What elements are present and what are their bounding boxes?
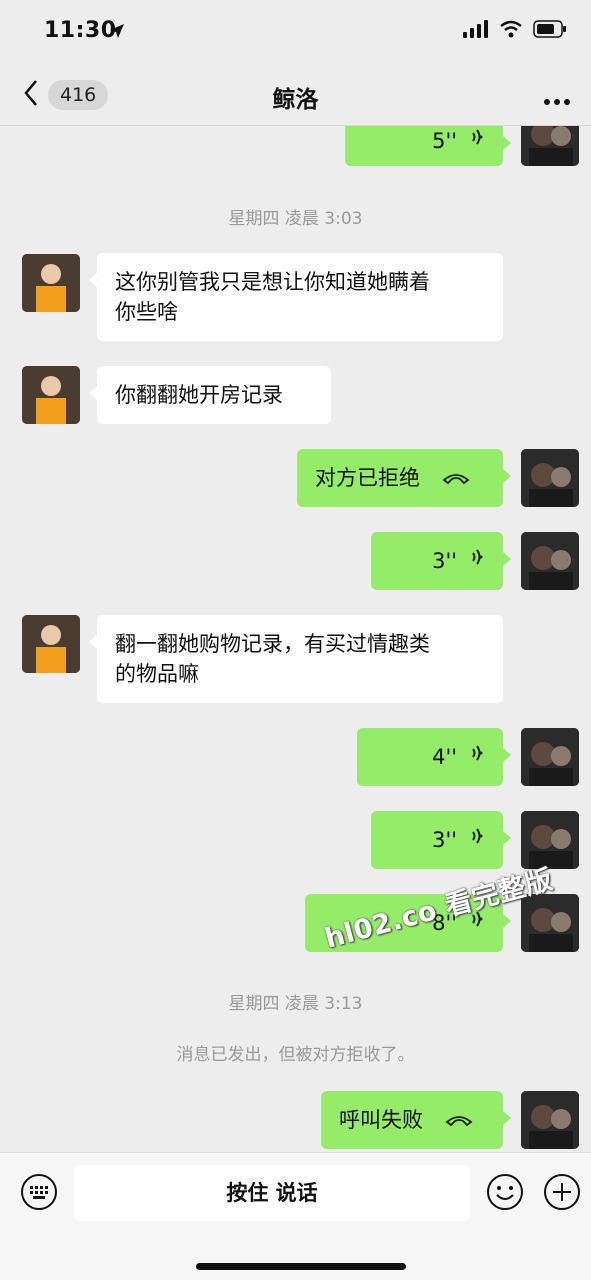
text-message[interactable]: 你翻翻她开房记录 bbox=[89, 366, 331, 424]
time-separator: 星期四 凌晨 3:13 bbox=[228, 994, 363, 1014]
location-arrow-icon bbox=[108, 22, 126, 44]
voice-message[interactable]: 5'' bbox=[345, 126, 511, 166]
voice-wave-icon bbox=[467, 742, 485, 772]
voice-duration: 3'' bbox=[432, 549, 457, 573]
voice-message[interactable]: 4'' bbox=[357, 728, 511, 786]
keyboard-icon[interactable] bbox=[20, 1173, 58, 1215]
voice-wave-icon bbox=[467, 126, 485, 156]
hold-to-talk-button[interactable]: 按住 说话 bbox=[74, 1165, 470, 1221]
phone-hangup-icon bbox=[442, 463, 470, 493]
self-avatar[interactable] bbox=[521, 532, 579, 590]
contact-avatar[interactable] bbox=[22, 615, 80, 673]
call-message[interactable]: 对方已拒绝 bbox=[297, 449, 511, 507]
self-avatar[interactable] bbox=[521, 894, 579, 952]
status-time: 11:30 bbox=[44, 18, 117, 43]
time-separator: 星期四 凌晨 3:03 bbox=[228, 209, 363, 229]
message-line: 的物品嘛 bbox=[115, 662, 199, 686]
chat-title: 鲸洛 bbox=[272, 87, 319, 113]
self-avatar[interactable] bbox=[521, 126, 579, 166]
voice-duration: 5'' bbox=[432, 129, 457, 153]
self-avatar[interactable] bbox=[521, 811, 579, 869]
voice-message[interactable]: 3'' bbox=[371, 532, 511, 590]
voice-duration: 3'' bbox=[432, 828, 457, 852]
message-line: 你翻翻她开房记录 bbox=[115, 383, 283, 407]
emoji-icon[interactable] bbox=[486, 1173, 524, 1215]
battery-icon bbox=[533, 20, 567, 42]
home-indicator bbox=[196, 1263, 406, 1270]
call-status: 对方已拒绝 bbox=[315, 466, 420, 490]
text-message[interactable]: 翻一翻她购物记录，有买过情趣类 的物品嘛 bbox=[89, 615, 503, 703]
contact-avatar[interactable] bbox=[22, 254, 80, 312]
nav-bar: 416 鲸洛 bbox=[0, 64, 591, 126]
voice-duration: 4'' bbox=[432, 745, 457, 769]
contact-avatar[interactable] bbox=[22, 366, 80, 424]
call-status: 呼叫失败 bbox=[339, 1108, 423, 1132]
self-avatar[interactable] bbox=[521, 1091, 579, 1149]
more-button[interactable] bbox=[543, 84, 571, 112]
status-bar: 11:30 bbox=[0, 0, 591, 64]
input-bar: 按住 说话 bbox=[0, 1152, 591, 1280]
signal-icon bbox=[463, 20, 489, 42]
message-line: 这你别管我只是想让你知道她瞒着 bbox=[115, 270, 430, 294]
chat-area[interactable]: 5'' 星期四 凌晨 3:03 这你别管我只是想让你知道她瞒着 你些啥 你翻翻她… bbox=[0, 126, 591, 1150]
voice-message[interactable]: 3'' bbox=[371, 811, 511, 869]
phone-hangup-icon bbox=[445, 1105, 473, 1135]
wifi-icon bbox=[499, 20, 523, 42]
system-message: 消息已发出，但被对方拒收了。 bbox=[176, 1045, 415, 1065]
plus-icon[interactable] bbox=[543, 1173, 581, 1215]
message-line: 翻一翻她购物记录，有买过情趣类 bbox=[115, 632, 430, 656]
self-avatar[interactable] bbox=[521, 449, 579, 507]
call-message[interactable]: 呼叫失败 bbox=[321, 1091, 511, 1149]
text-message[interactable]: 这你别管我只是想让你知道她瞒着 你些啥 bbox=[89, 253, 503, 341]
message-line: 你些啥 bbox=[115, 300, 178, 324]
voice-wave-icon bbox=[467, 825, 485, 855]
self-avatar[interactable] bbox=[521, 728, 579, 786]
more-dots-icon bbox=[543, 84, 571, 112]
voice-wave-icon bbox=[467, 546, 485, 576]
